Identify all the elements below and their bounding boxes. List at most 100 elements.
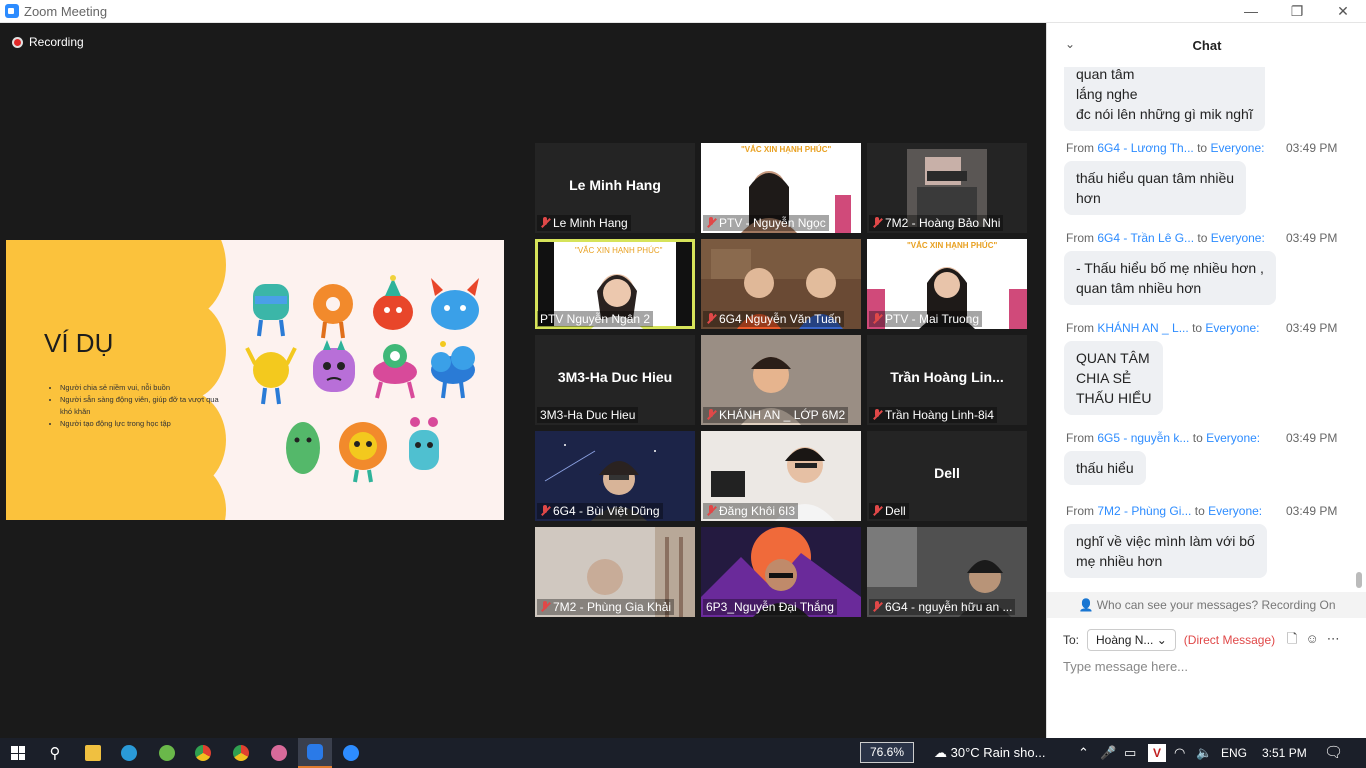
participant-tile[interactable]: 3M3-Ha Duc Hieu 3M3-Ha Duc Hieu bbox=[535, 335, 695, 425]
participant-tile-active-speaker[interactable]: "VẮC XIN HẠNH PHÚC" PTV Nguyễn Ngân 2 bbox=[535, 239, 695, 329]
file-icon[interactable]: 🗋 bbox=[1287, 631, 1305, 646]
recipient-select[interactable]: Hoàng N... ⌄ bbox=[1087, 629, 1176, 651]
participant-display-name: 3M3-Ha Duc Hieu bbox=[557, 369, 673, 385]
close-button[interactable]: ✕ bbox=[1320, 0, 1366, 23]
chrome-icon bbox=[195, 745, 211, 761]
person-icon: 👤 bbox=[1078, 598, 1097, 612]
participant-name: KHÁNH AN _ LỚP 6M2 bbox=[703, 407, 849, 423]
mic-muted-icon bbox=[540, 601, 550, 613]
slide-heading: VÍ DỤ bbox=[44, 328, 114, 358]
mic-muted-icon bbox=[706, 409, 716, 421]
zoom-taskbar-button[interactable] bbox=[334, 738, 368, 768]
volume-icon[interactable]: 🔈 bbox=[1196, 738, 1212, 768]
tray-chevron-icon[interactable]: ⌃ bbox=[1078, 738, 1089, 768]
participant-name: PTV - Mai Truong bbox=[869, 311, 983, 327]
windows-taskbar: ⚲ 76.6% ☁ 30°C Rain sho... ⌃ 🎤 ▭ V ◠ 🔈 E… bbox=[0, 738, 1366, 768]
recording-label: Recording bbox=[29, 35, 84, 49]
chrome-button[interactable] bbox=[186, 738, 220, 768]
participant-tile[interactable]: 6P3_Nguyễn Đại Thắng bbox=[701, 527, 861, 617]
edge-button[interactable] bbox=[112, 738, 146, 768]
participant-name: Đăng Khôi 6I3 bbox=[703, 503, 799, 519]
mic-muted-icon bbox=[706, 505, 716, 517]
weather-widget[interactable]: ☁ 30°C Rain sho... bbox=[934, 738, 1045, 768]
recipient-bar: To: Hoàng N... ⌄ (Direct Message) bbox=[1063, 629, 1275, 651]
emoji-icon[interactable]: ☺ bbox=[1305, 631, 1326, 646]
window-title: Zoom Meeting bbox=[24, 4, 108, 19]
microphone-icon[interactable]: 🎤 bbox=[1100, 738, 1116, 768]
zalo-button[interactable] bbox=[298, 738, 332, 768]
mic-muted-icon bbox=[872, 505, 882, 517]
mic-muted-icon bbox=[540, 505, 550, 517]
start-button[interactable] bbox=[0, 738, 36, 768]
chat-panel: ⌄ Chat quan tâm lắng nghe đc nói lên những… bbox=[1046, 23, 1366, 738]
mic-muted-icon bbox=[706, 217, 716, 229]
participant-tile[interactable]: Trần Hoàng Lin... Trần Hoàng Linh-8i4 bbox=[867, 335, 1027, 425]
participant-tile[interactable]: Đăng Khôi 6I3 bbox=[701, 431, 861, 521]
paint-icon bbox=[271, 745, 287, 761]
participant-name: 7M2 - Hoàng Bảo Nhi bbox=[869, 215, 1004, 231]
language-indicator[interactable]: ENG bbox=[1221, 738, 1247, 768]
chat-messages[interactable]: quan tâm lắng nghe đc nói lên những gì mik… bbox=[1047, 67, 1359, 592]
participant-name: 3M3-Ha Duc Hieu bbox=[537, 407, 639, 423]
chat-input[interactable]: Type message here... bbox=[1063, 659, 1188, 674]
zoom-level[interactable]: 76.6% bbox=[860, 742, 914, 763]
clock[interactable]: 3:51 PM bbox=[1262, 738, 1307, 768]
mic-muted-icon bbox=[872, 601, 882, 613]
chrome-icon bbox=[233, 745, 249, 761]
meeting-stage: Recording VÍ DỤ Người chia sẻ niềm vui, … bbox=[0, 23, 1046, 738]
notification-icon[interactable]: 🗨 bbox=[1324, 738, 1343, 768]
weather-icon: ☁ bbox=[934, 745, 951, 760]
chat-scrollbar[interactable] bbox=[1356, 67, 1362, 592]
participant-name: 6G4 Nguyễn Văn Tuấn bbox=[703, 311, 845, 327]
chat-tools: 🗋☺⋯ bbox=[1287, 630, 1348, 652]
zalo-icon bbox=[307, 744, 323, 760]
participant-tile[interactable]: "VẮC XIN HẠNH PHÚC" PTV - Mai Truong bbox=[867, 239, 1027, 329]
participant-display-name: Le Minh Hang bbox=[569, 177, 661, 193]
participant-display-name: Dell bbox=[934, 465, 960, 481]
monster-illustrations bbox=[241, 270, 491, 505]
participant-tile[interactable]: 6G4 - Bùi Việt Dũng bbox=[535, 431, 695, 521]
monsters-image bbox=[245, 275, 479, 483]
shared-slide: VÍ DỤ Người chia sẻ niềm vui, nỗi buồn N… bbox=[6, 240, 504, 520]
minimize-button[interactable]: — bbox=[1228, 0, 1274, 23]
slide-bullet: Người tạo động lực trong học tập bbox=[60, 418, 232, 430]
chat-bubble: quan tâm lắng nghe đc nói lên những gì mik… bbox=[1064, 67, 1265, 131]
participant-tile[interactable]: KHÁNH AN _ LỚP 6M2 bbox=[701, 335, 861, 425]
chrome-profile-button[interactable] bbox=[224, 738, 258, 768]
paint-button[interactable] bbox=[262, 738, 296, 768]
participant-tile[interactable]: Le Minh Hang Le Minh Hang bbox=[535, 143, 695, 233]
mic-muted-icon bbox=[540, 217, 550, 229]
vietkey-icon[interactable]: V bbox=[1148, 744, 1166, 762]
participant-name: 6G4 - nguyễn hữu an ... bbox=[869, 599, 1016, 615]
wifi-icon[interactable]: ◠ bbox=[1174, 738, 1185, 768]
recording-indicator[interactable]: Recording bbox=[12, 35, 84, 49]
participant-name: PTV Nguyễn Ngân 2 bbox=[537, 311, 654, 327]
participant-tile[interactable]: 6G4 - nguyễn hữu an ... bbox=[867, 527, 1027, 617]
chat-sender-line: From 7M2 - Phùng Gi... to Everyone: 03:49… bbox=[1066, 504, 1338, 518]
scrollbar-thumb[interactable] bbox=[1356, 572, 1362, 588]
banner-text: "VẮC XIN HẠNH PHÚC" bbox=[575, 246, 663, 255]
participant-tile[interactable]: Dell Dell bbox=[867, 431, 1027, 521]
zoom-app-icon bbox=[5, 4, 19, 18]
slide-bullets: Người chia sẻ niềm vui, nỗi buồn Người s… bbox=[52, 382, 232, 430]
mic-muted-icon bbox=[872, 409, 882, 421]
more-icon[interactable]: ⋯ bbox=[1327, 631, 1348, 646]
participant-tile[interactable]: 7M2 - Phùng Gia Khải bbox=[535, 527, 695, 617]
participant-name: 7M2 - Phùng Gia Khải bbox=[537, 599, 675, 615]
who-can-see-notice[interactable]: 👤 Who can see your messages? Recording O… bbox=[1047, 592, 1366, 618]
participant-tile[interactable]: "VẮC XIN HẠNH PHÚC" PTV - Nguyễn Ngọc bbox=[701, 143, 861, 233]
slide-bullet: Người chia sẻ niềm vui, nỗi buồn bbox=[60, 382, 232, 394]
participant-tile[interactable]: 6G4 Nguyễn Văn Tuấn bbox=[701, 239, 861, 329]
chat-sender-line: From KHÁNH AN _ L... to Everyone: 03:49 P… bbox=[1066, 321, 1338, 335]
chat-bubble: QUAN TÂM CHIA SẺ THẤU HIỂU bbox=[1064, 341, 1164, 415]
search-button[interactable]: ⚲ bbox=[38, 738, 72, 768]
participant-tile[interactable]: 7M2 - Hoàng Bảo Nhi bbox=[867, 143, 1027, 233]
chat-sender-line: From 6G5 - nguyễn k... to Everyone: 03:49… bbox=[1066, 431, 1338, 445]
to-label: To: bbox=[1063, 633, 1080, 647]
battery-icon[interactable]: ▭ bbox=[1124, 738, 1136, 768]
app-button[interactable] bbox=[150, 738, 184, 768]
edge-icon bbox=[121, 745, 137, 761]
participant-name: Dell bbox=[869, 503, 909, 519]
file-explorer-button[interactable] bbox=[76, 738, 110, 768]
restore-button[interactable]: ❐ bbox=[1274, 0, 1320, 23]
